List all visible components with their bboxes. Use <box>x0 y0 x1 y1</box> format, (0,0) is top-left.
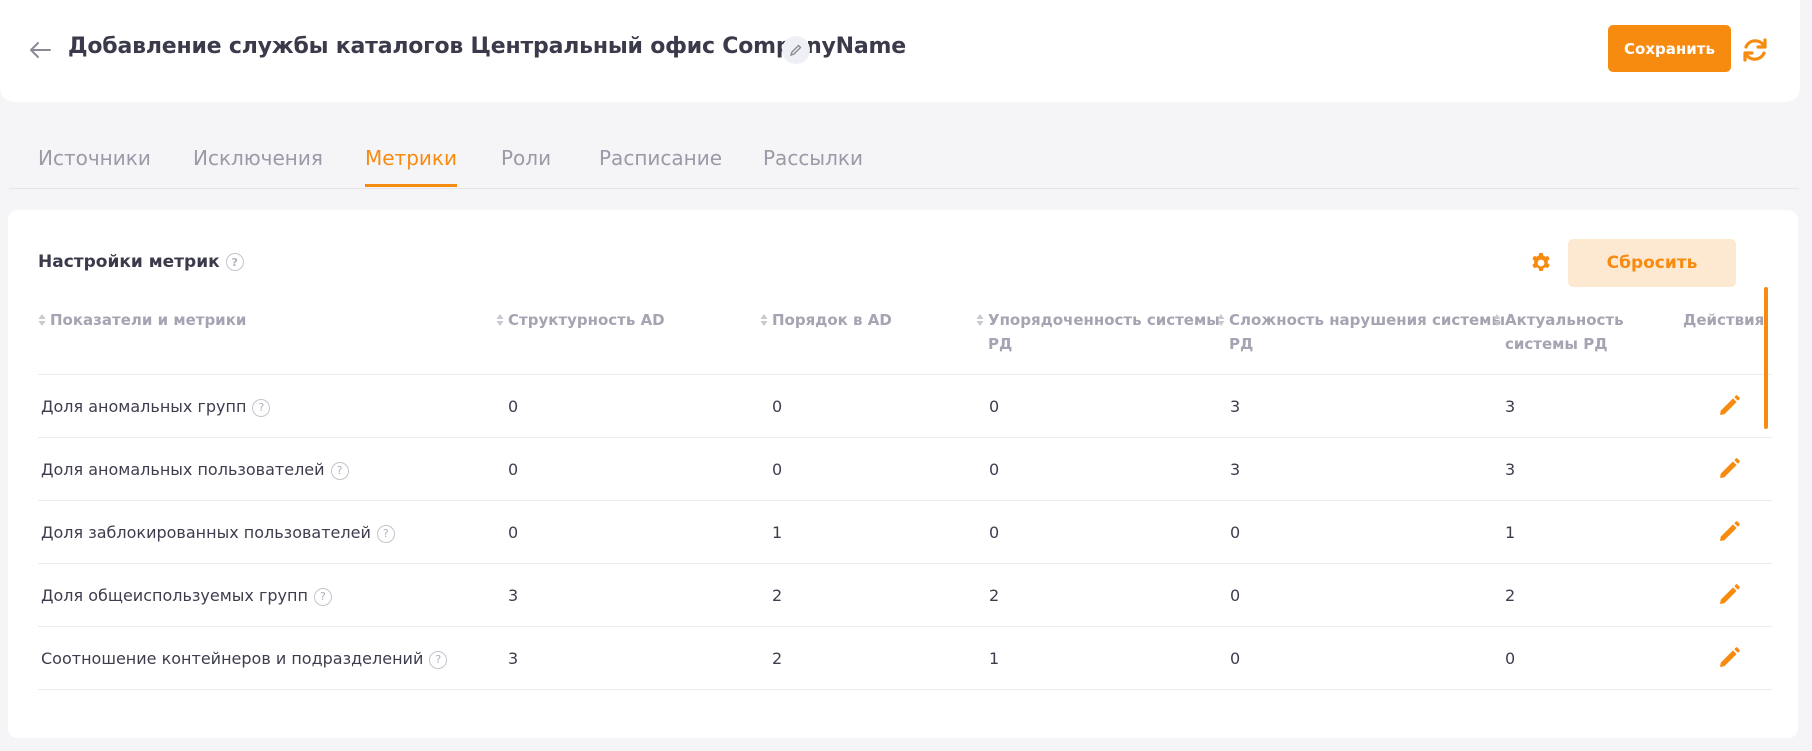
column-header-label: Структурность AD <box>508 311 665 329</box>
sort-icon[interactable] <box>760 313 768 327</box>
column-header-complexity[interactable]: Сложность нарушения системы РД <box>1217 308 1505 356</box>
value-cell: 3 <box>1230 397 1241 416</box>
value-cell: 0 <box>772 460 783 479</box>
table-row: Доля заблокированных пользователей? 0 1 … <box>38 500 1772 563</box>
metric-name: Соотношение контейнеров и подразделений <box>41 649 424 668</box>
sort-icon[interactable] <box>1217 313 1225 327</box>
edit-icon[interactable] <box>1717 583 1741 607</box>
column-header-label-line2: РД <box>1229 335 1254 353</box>
tab-exclusions[interactable]: Исключения <box>193 146 323 184</box>
table-row: Доля аномальных пользователей? 0 0 0 3 3 <box>38 437 1772 500</box>
value-cell: 0 <box>1230 586 1241 605</box>
metric-name-cell: Доля аномальных пользователей? <box>41 460 349 480</box>
sort-icon[interactable] <box>496 313 504 327</box>
help-icon[interactable]: ? <box>313 587 332 606</box>
table-row: Доля общеиспользуемых групп? 3 2 2 0 2 <box>38 563 1772 626</box>
value-cell: 0 <box>508 397 519 416</box>
back-arrow-icon[interactable] <box>26 36 54 64</box>
metric-name-cell: Доля аномальных групп? <box>41 397 271 417</box>
column-header-structure[interactable]: Структурность AD <box>496 308 665 332</box>
page-header: Добавление службы каталогов Центральный … <box>0 0 1800 102</box>
value-cell: 1 <box>1505 523 1516 542</box>
edit-title-button[interactable] <box>782 36 810 64</box>
tab-mailings[interactable]: Рассылки <box>763 146 863 184</box>
help-icon[interactable]: ? <box>330 461 349 480</box>
sort-icon[interactable] <box>1493 313 1501 327</box>
column-header-relevance[interactable]: Актуальность системы РД <box>1493 308 1624 356</box>
card-title: Настройки метрик? <box>38 252 244 272</box>
edit-icon[interactable] <box>1717 520 1741 544</box>
help-icon[interactable]: ? <box>376 524 395 543</box>
column-header-label: Актуальность <box>1505 311 1624 329</box>
value-cell: 0 <box>989 460 1000 479</box>
value-cell: 0 <box>1230 523 1241 542</box>
column-header-label: Упорядоченность системы <box>988 311 1220 329</box>
column-header-metrics[interactable]: Показатели и метрики <box>38 308 246 332</box>
value-cell: 2 <box>772 649 783 668</box>
edit-icon[interactable] <box>1717 457 1741 481</box>
tab-sources[interactable]: Источники <box>38 146 151 184</box>
refresh-icon[interactable] <box>1740 35 1770 65</box>
pencil-icon <box>789 44 802 57</box>
tab-schedule[interactable]: Расписание <box>599 146 722 184</box>
value-cell: 2 <box>1505 586 1516 605</box>
help-icon[interactable]: ? <box>225 253 244 271</box>
tab-roles[interactable]: Роли <box>501 146 551 184</box>
column-header-label: Порядок в AD <box>772 311 892 329</box>
table-scrollbar[interactable] <box>1764 287 1768 429</box>
value-cell: 3 <box>1505 460 1516 479</box>
column-header-label-line2: системы РД <box>1505 335 1608 353</box>
value-cell: 3 <box>1230 460 1241 479</box>
metric-name: Доля общеиспользуемых групп <box>41 586 308 605</box>
value-cell: 3 <box>1505 397 1516 416</box>
reset-button[interactable]: Сбросить <box>1568 239 1736 287</box>
sort-icon[interactable] <box>976 313 984 327</box>
card-title-text: Настройки метрик <box>38 252 220 272</box>
metrics-settings-card: Настройки метрик? Сбросить Показатели и … <box>8 210 1798 738</box>
value-cell: 2 <box>772 586 783 605</box>
column-header-label: Показатели и метрики <box>50 311 247 329</box>
column-header-actions: Действия <box>1683 311 1765 329</box>
gear-icon[interactable] <box>1529 251 1553 275</box>
help-icon[interactable]: ? <box>252 398 271 417</box>
page-title: Добавление службы каталогов Центральный … <box>68 34 906 59</box>
column-header-order[interactable]: Порядок в AD <box>760 308 892 332</box>
column-header-label: Сложность нарушения системы <box>1229 311 1506 329</box>
tab-metrics[interactable]: Метрики <box>365 146 457 187</box>
value-cell: 1 <box>772 523 783 542</box>
value-cell: 0 <box>989 397 1000 416</box>
value-cell: 0 <box>508 523 519 542</box>
sort-icon[interactable] <box>38 313 46 327</box>
value-cell: 0 <box>989 523 1000 542</box>
value-cell: 0 <box>508 460 519 479</box>
column-header-orderliness[interactable]: Упорядоченность системы РД <box>976 308 1220 356</box>
metric-name: Доля аномальных групп <box>41 397 247 416</box>
value-cell: 2 <box>989 586 1000 605</box>
value-cell: 3 <box>508 586 519 605</box>
metric-name-cell: Доля заблокированных пользователей? <box>41 523 395 543</box>
value-cell: 0 <box>1230 649 1241 668</box>
save-button[interactable]: Сохранить <box>1608 25 1731 72</box>
metric-name: Доля заблокированных пользователей <box>41 523 371 542</box>
edit-icon[interactable] <box>1717 394 1741 418</box>
column-header-label-line2: РД <box>988 335 1013 353</box>
help-icon[interactable]: ? <box>429 650 448 669</box>
edit-icon[interactable] <box>1717 646 1741 670</box>
metric-name: Доля аномальных пользователей <box>41 460 325 479</box>
table-row: Доля аномальных групп? 0 0 0 3 3 <box>38 374 1772 437</box>
tab-bar: Источники Исключения Метрики Роли Распис… <box>9 128 1799 189</box>
value-cell: 0 <box>772 397 783 416</box>
metric-name-cell: Доля общеиспользуемых групп? <box>41 586 332 606</box>
value-cell: 0 <box>1505 649 1516 668</box>
value-cell: 3 <box>508 649 519 668</box>
table-row: Соотношение контейнеров и подразделений?… <box>38 626 1772 690</box>
value-cell: 1 <box>989 649 1000 668</box>
metric-name-cell: Соотношение контейнеров и подразделений? <box>41 649 448 669</box>
